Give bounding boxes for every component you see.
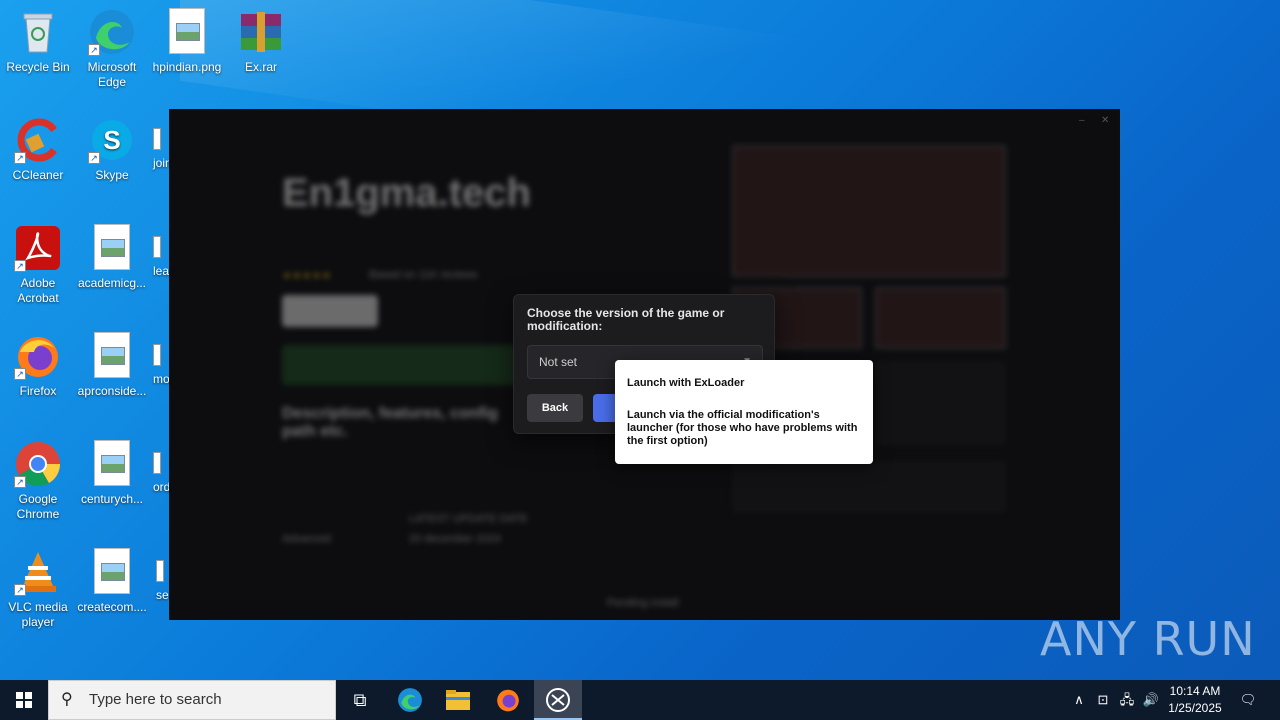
icon-label: mo — [153, 372, 170, 386]
desktop-icon-microsoft-edge[interactable]: ↗ Microsoft Edge — [74, 2, 150, 90]
icon-label: createcom.... — [77, 600, 147, 614]
app-title: En1gma.tech — [282, 171, 531, 215]
shortcut-arrow-icon: ↗ — [14, 368, 26, 380]
svg-text:S: S — [103, 125, 120, 155]
recycle-bin-icon — [14, 8, 62, 56]
desktop-icon-skype[interactable]: S ↗ Skype — [74, 110, 150, 183]
task-view-icon[interactable]: ⧉ — [336, 680, 384, 720]
icon-label: ord — [153, 480, 171, 494]
desktop-icon-centurych[interactable]: centurych... — [74, 434, 150, 507]
desktop-icon-partial[interactable]: mo — [153, 344, 170, 386]
search-placeholder: Type here to search — [89, 691, 222, 708]
adobe-acrobat-icon: ↗ — [14, 224, 62, 272]
shortcut-arrow-icon: ↗ — [14, 584, 26, 596]
desktop-icon-hpindian[interactable]: hpindian.png — [149, 2, 225, 75]
chrome-icon: ↗ — [14, 440, 62, 488]
back-button[interactable]: Back — [527, 394, 583, 422]
ccleaner-icon: ↗ — [14, 116, 62, 164]
side-card — [875, 361, 1006, 445]
icon-label: Microsoft Edge — [87, 60, 137, 89]
taskbar-clock[interactable]: 10:14 AM 1/25/2025 — [1160, 683, 1230, 717]
description-heading: Description, features, config path etc. — [282, 405, 499, 440]
desktop-icon-createcom[interactable]: createcom.... — [74, 542, 150, 615]
shortcut-arrow-icon: ↗ — [88, 152, 100, 164]
icon-label: Firefox — [19, 384, 57, 398]
desktop-icon-google-chrome[interactable]: ↗ Google Chrome — [0, 434, 76, 522]
option-launch-official[interactable]: Launch via the official modification's l… — [627, 409, 863, 448]
desktop-icon-academicg[interactable]: academicg... — [74, 218, 150, 291]
tray-chevron-up-icon[interactable]: ∧ — [1070, 680, 1088, 720]
icon-label: Ex.rar — [244, 60, 277, 74]
desktop-icon-adobe-acrobat[interactable]: ↗ Adobe Acrobat — [0, 218, 76, 306]
start-button[interactable] — [0, 680, 48, 720]
winrar-archive-icon — [237, 8, 285, 56]
search-icon: ⚲ — [61, 691, 73, 708]
desktop-icon-partial[interactable]: lea — [153, 236, 169, 278]
taskbar-edge-icon[interactable] — [386, 680, 434, 720]
screenshot-main — [732, 145, 1006, 277]
image-file-icon — [94, 440, 130, 486]
tray-volume-icon[interactable]: 🔊 — [1142, 680, 1160, 720]
clock-date: 1/25/2025 — [1168, 701, 1222, 715]
shortcut-arrow-icon: ↗ — [88, 44, 100, 56]
icon-label: se — [156, 588, 169, 602]
firefox-icon: ↗ — [14, 332, 62, 380]
shortcut-arrow-icon: ↗ — [14, 152, 26, 164]
stats-card — [732, 461, 1006, 513]
icon-label: hpindian.png — [152, 60, 222, 74]
desktop-icon-ex-rar[interactable]: Ex.rar — [223, 2, 299, 75]
desktop-icon-partial[interactable]: ord — [153, 452, 170, 494]
icon-label: centurych... — [80, 492, 144, 506]
image-file-icon — [94, 548, 130, 594]
icon-label: aprconside... — [77, 384, 147, 398]
taskbar-firefox-icon[interactable] — [484, 680, 532, 720]
icon-label: Google Chrome — [16, 492, 60, 521]
desktop-icon-aprconside[interactable]: aprconside... — [74, 326, 150, 399]
taskbar-search-input[interactable]: ⚲ Type here to search — [48, 680, 336, 720]
update-label: LATEST UPDATE DATE — [409, 513, 528, 525]
desktop-icon-vlc[interactable]: ↗ VLC media player — [0, 542, 76, 630]
shortcut-arrow-icon: ↗ — [14, 476, 26, 488]
clock-time: 10:14 AM — [1169, 684, 1221, 698]
screenshot-thumb[interactable] — [875, 287, 1006, 349]
rating-text: Based on 11K reviews — [369, 269, 478, 281]
vlc-icon: ↗ — [14, 548, 62, 596]
icon-label: Adobe Acrobat — [17, 276, 59, 305]
footer-status: Pending install — [607, 597, 679, 609]
edge-icon: ↗ — [88, 8, 136, 56]
image-file-icon — [94, 224, 130, 270]
anyrun-watermark: ANY RUN — [1040, 612, 1256, 666]
desktop-icon-partial[interactable]: se — [156, 560, 169, 602]
icon-label: CCleaner — [12, 168, 64, 182]
update-value: 20 december 2024 — [409, 533, 501, 545]
skype-icon: S ↗ — [88, 116, 136, 164]
play-button[interactable] — [282, 295, 378, 327]
icon-label: VLC media player — [8, 600, 68, 629]
icon-label: Skype — [95, 168, 129, 182]
taskbar-exloader-icon[interactable] — [534, 680, 582, 720]
version-dropdown-menu: Launch with ExLoader Launch via the offi… — [615, 360, 873, 464]
tray-device-icon[interactable]: ⊡ — [1094, 680, 1112, 720]
desktop-icon-ccleaner[interactable]: ↗ CCleaner — [0, 110, 76, 183]
dialog-title: Choose the version of the game or modifi… — [527, 306, 725, 333]
image-file-icon — [94, 332, 130, 378]
rating-stars: ★★★★★ — [282, 270, 332, 282]
image-file-icon — [169, 8, 205, 54]
windows-logo-icon — [16, 692, 32, 708]
option-launch-exloader[interactable]: Launch with ExLoader — [627, 377, 863, 390]
desktop-icon-recycle-bin[interactable]: Recycle Bin — [0, 2, 76, 75]
notification-icon[interactable]: 🗨 — [1236, 680, 1260, 720]
tray-network-icon[interactable]: 🖧 — [1118, 680, 1136, 720]
select-value: Not set — [539, 355, 578, 369]
icon-label: lea — [153, 264, 170, 278]
mode-value: Advanced — [282, 533, 331, 545]
taskbar: ⚲ Type here to search ⧉ ∧ ⊡ 🖧 🔊 10:14 AM… — [0, 680, 1280, 720]
icon-label: Recycle Bin — [6, 60, 70, 74]
icon-label: academicg... — [77, 276, 147, 290]
shortcut-arrow-icon: ↗ — [14, 260, 26, 272]
desktop-icon-firefox[interactable]: ↗ Firefox — [0, 326, 76, 399]
taskbar-file-explorer-icon[interactable] — [434, 680, 482, 720]
